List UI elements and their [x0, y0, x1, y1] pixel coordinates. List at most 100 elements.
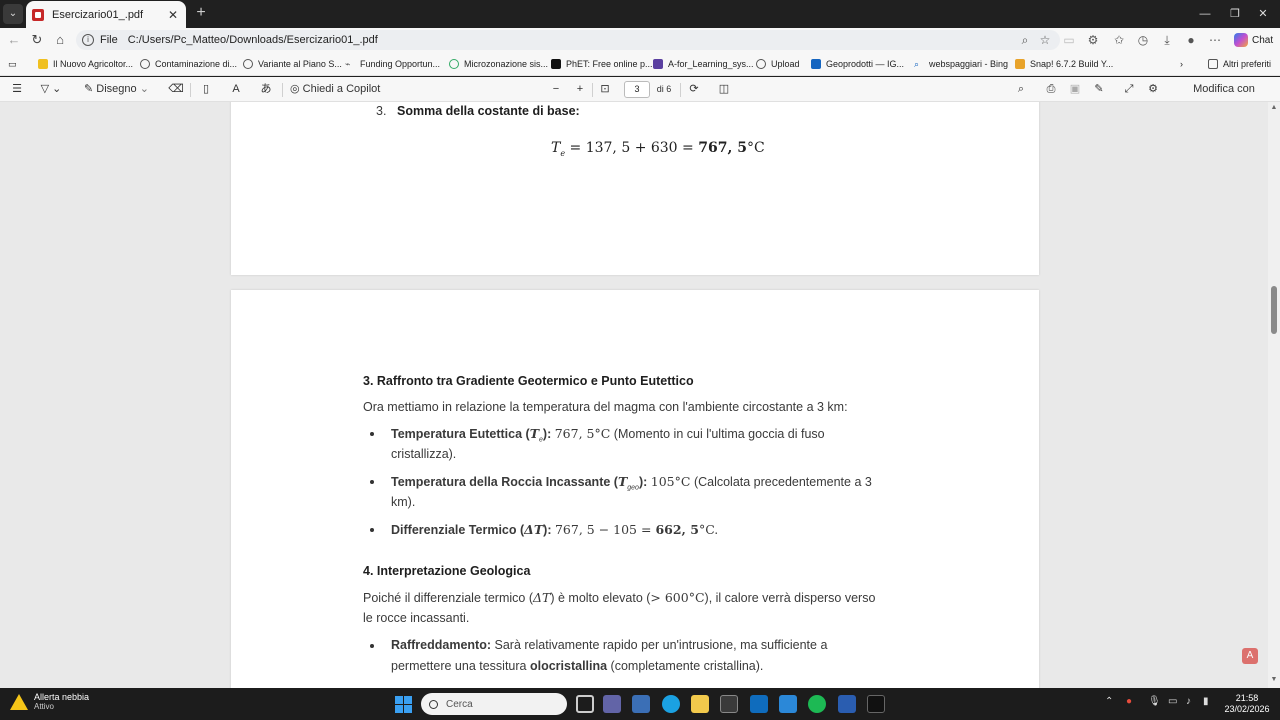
rotate-icon[interactable]: ⟳: [686, 80, 702, 98]
favorite-item[interactable]: PhET: Free online p...: [551, 57, 653, 71]
tab-actions-menu-icon[interactable]: ⌄: [3, 4, 23, 24]
scrollbar-thumb[interactable]: [1271, 286, 1277, 334]
favorite-item[interactable]: Variante al Piano S...: [243, 57, 342, 71]
history-icon[interactable]: ◷: [1134, 30, 1152, 50]
scroll-up-arrow-icon[interactable]: ▲: [1270, 104, 1278, 111]
bullet-host-rock-cont: km).: [391, 495, 416, 509]
bullet-cooling-cont: permettere una tessitura olocristallina …: [391, 659, 764, 673]
save-icon[interactable]: ▣: [1067, 80, 1083, 98]
windows-start-icon[interactable]: [395, 696, 412, 713]
fullscreen-icon[interactable]: ⤢: [1121, 80, 1137, 98]
favorite-item[interactable]: ⌁ Funding Opportun...: [345, 57, 440, 71]
globe-icon: [243, 59, 253, 69]
store-icon[interactable]: [720, 695, 738, 713]
toolbar-separator: [680, 83, 681, 97]
battery-icon[interactable]: ▮: [1203, 696, 1209, 707]
contents-list-icon[interactable]: ☰: [8, 80, 26, 98]
zoom-out-icon[interactable]: −: [548, 80, 564, 98]
microphone-icon[interactable]: 🎙︎: [1148, 696, 1161, 707]
home-icon[interactable]: ⌂: [50, 30, 70, 50]
favorite-item[interactable]: ⌕ webspaggiari - Bing: [914, 57, 1008, 71]
mail-icon[interactable]: [750, 695, 768, 713]
url-text[interactable]: C:/Users/Pc_Matteo/Downloads/Esercizario…: [128, 34, 378, 46]
search-icon[interactable]: ⌕: [1013, 80, 1029, 98]
address-bar[interactable]: i File C:/Users/Pc_Matteo/Downloads/Eser…: [76, 30, 1060, 50]
toolbar-separator: [190, 83, 191, 97]
draw-button[interactable]: ✎ Disegno ⌄: [84, 80, 158, 98]
favorite-item[interactable]: Snap! 6.7.2 Build Y...: [1015, 57, 1113, 71]
read-aloud-icon[interactable]: A: [228, 80, 244, 98]
favorite-item[interactable]: Il Nuovo Agricoltor...: [38, 57, 133, 71]
terminal-icon[interactable]: [867, 695, 885, 713]
tray-overflow-icon[interactable]: ⌃: [1105, 696, 1113, 707]
favorite-star-icon[interactable]: ☆: [1036, 30, 1054, 50]
tab-active[interactable]: Esercizario01_.pdf ✕: [26, 1, 186, 28]
highlight-icon[interactable]: ▽ ⌄: [36, 80, 66, 98]
vertical-scrollbar[interactable]: ▲ ▼: [1268, 102, 1280, 688]
app-icon: [653, 59, 663, 69]
volume-icon[interactable]: ♪: [1186, 696, 1191, 707]
back-arrow-icon[interactable]: ←: [4, 30, 24, 50]
copilot-icon: [1234, 33, 1248, 47]
refresh-icon[interactable]: ↻: [27, 30, 47, 50]
tab-close-icon[interactable]: ✕: [166, 8, 180, 22]
info-icon[interactable]: i: [82, 34, 94, 46]
scroll-down-arrow-icon[interactable]: ▼: [1270, 676, 1278, 683]
page-view-icon[interactable]: ▯: [198, 80, 214, 98]
zoom-in-icon[interactable]: +: [572, 80, 588, 98]
clock-date: 23/02/2026: [1224, 704, 1270, 714]
favorite-item[interactable]: Contaminazione di...: [140, 57, 237, 71]
snipping-tool-icon[interactable]: [632, 695, 650, 713]
page-total: di 6: [656, 84, 672, 94]
favorites-icon[interactable]: ✩: [1110, 30, 1128, 50]
app-icon[interactable]: [838, 695, 856, 713]
fit-page-icon[interactable]: ⊡: [597, 80, 613, 98]
taskbar: Allerta nebbia Attivo Cerca ⌃ ● 🎙︎ ▭ ♪ ▮…: [0, 688, 1280, 720]
favorite-item[interactable]: A-for_Learning_sys...: [653, 57, 754, 71]
window-close-button[interactable]: ✕: [1240, 0, 1280, 28]
tab-strip: ⌄ Esercizario01_.pdf ✕ + — ❐ ✕: [0, 0, 1280, 28]
chevron-right-icon[interactable]: ›: [1180, 57, 1183, 71]
split-screen-icon[interactable]: ▭: [1060, 30, 1078, 50]
print-icon[interactable]: ⎙: [1043, 80, 1059, 98]
settings-gear-icon[interactable]: ⚙: [1145, 80, 1161, 98]
display-icon[interactable]: ▭: [1168, 696, 1177, 707]
other-favorites[interactable]: Altri preferiti: [1208, 57, 1271, 71]
bullet-dot: [370, 432, 374, 436]
zoom-icon[interactable]: ⌕: [1016, 30, 1034, 50]
edge-icon[interactable]: [662, 695, 680, 713]
more-menu-icon[interactable]: ⋯: [1206, 30, 1224, 50]
favorite-item[interactable]: Upload: [756, 57, 800, 71]
favorite-item[interactable]: Geoprodotti — IG...: [811, 57, 904, 71]
globe-icon: [756, 59, 766, 69]
profile-avatar-icon[interactable]: ●: [1182, 30, 1200, 50]
teams-icon[interactable]: [603, 695, 621, 713]
extensions-icon[interactable]: ⚙: [1084, 30, 1102, 50]
outlook-icon[interactable]: [779, 695, 797, 713]
spotify-icon[interactable]: [808, 695, 826, 713]
translate-icon[interactable]: あ: [258, 80, 274, 98]
section4-paragraph-cont: le rocce incassanti.: [363, 611, 470, 625]
step-number: 3.: [376, 104, 387, 118]
favorites-bar: ▭ Il Nuovo Agricoltor... Contaminazione …: [0, 52, 1280, 76]
task-view-icon[interactable]: [576, 695, 594, 713]
downloads-icon[interactable]: ⤓: [1158, 30, 1176, 50]
save-as-icon[interactable]: ✎: [1091, 80, 1107, 98]
favorites-toggle-icon[interactable]: ▭: [8, 57, 17, 71]
two-page-view-icon[interactable]: ◫: [716, 80, 732, 98]
taskbar-search-box[interactable]: Cerca: [421, 693, 567, 715]
page-number-input[interactable]: 3: [624, 81, 650, 98]
file-explorer-icon[interactable]: [691, 695, 709, 713]
weather-widget[interactable]: Allerta nebbia Attivo: [10, 692, 89, 711]
edit-with-acrobat-button[interactable]: Modifica con Acrobat: [1174, 80, 1274, 113]
antivirus-icon[interactable]: ●: [1126, 696, 1132, 707]
eraser-icon[interactable]: ⌫: [168, 80, 184, 98]
ask-copilot-button[interactable]: ◎ Chiedi a Copilot ⌄: [290, 80, 390, 113]
copilot-chat-button[interactable]: Chat: [1234, 30, 1273, 50]
new-tab-button[interactable]: +: [192, 4, 210, 22]
favorite-item[interactable]: Microzonazione sis...: [449, 57, 548, 71]
acrobat-icon[interactable]: A: [1242, 648, 1258, 664]
taskbar-clock[interactable]: 21:58 23/02/2026: [1222, 693, 1272, 715]
pdf-viewer[interactable]: 3. Somma della costante di base: Te = 13…: [0, 102, 1280, 688]
pdf-page-current: 3. Raffronto tra Gradiente Geotermico e …: [231, 290, 1039, 688]
